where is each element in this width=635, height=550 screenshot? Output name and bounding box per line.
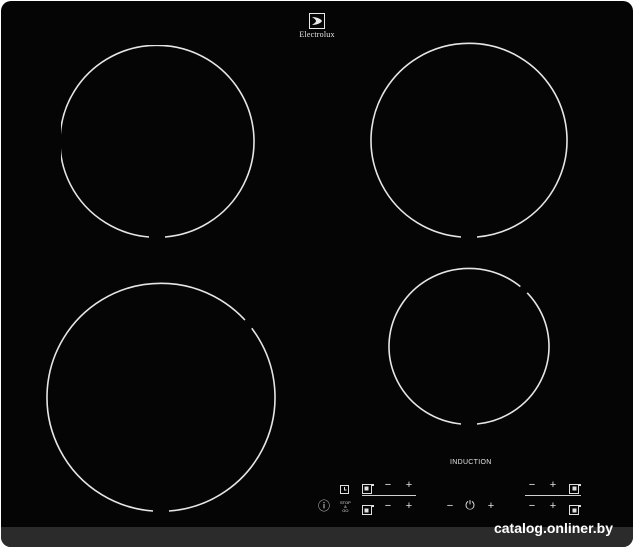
watermark: catalog.onliner.by	[493, 520, 613, 536]
minus-button-right-rear[interactable]: −	[526, 480, 538, 491]
plus-button-main[interactable]: +	[485, 501, 497, 512]
zone-select-button-left-rear[interactable]	[362, 481, 374, 499]
zone-select-icon	[362, 505, 374, 515]
power-button[interactable]: ⏻	[463, 499, 477, 511]
cooking-zone-top-right	[369, 42, 571, 242]
cooking-zone-bottom-right	[387, 266, 553, 428]
minus-button-left-front[interactable]: −	[382, 501, 394, 512]
plus-button-left-front[interactable]: +	[403, 501, 415, 512]
control-divider-right	[525, 495, 581, 496]
zone-select-icon	[362, 484, 374, 494]
cooking-zone-top-left	[61, 45, 263, 241]
plus-button-right-front[interactable]: +	[547, 501, 559, 512]
timer-icon	[340, 485, 349, 494]
stop-go-label: STOP & GO	[340, 500, 351, 513]
minus-button-right-front[interactable]: −	[526, 501, 538, 512]
brand-name: Electrolux	[299, 30, 335, 39]
plus-button-right-rear[interactable]: +	[547, 480, 559, 491]
plus-button-left-rear[interactable]: +	[403, 480, 415, 491]
zone-select-button-right-rear[interactable]	[569, 481, 581, 499]
zone-select-icon	[569, 484, 581, 494]
zone-select-button-left-front[interactable]	[362, 502, 374, 520]
zone-select-icon	[569, 505, 581, 515]
lock-button[interactable]: ⓘ	[317, 500, 331, 512]
induction-label: INDUCTION	[450, 459, 492, 466]
zone-select-button-right-front[interactable]	[569, 502, 581, 520]
brand-logo: Electrolux	[286, 13, 348, 39]
electrolux-logo-icon	[309, 13, 325, 29]
minus-button-left-rear[interactable]: −	[382, 480, 394, 491]
cooktop-surface: Electrolux INDUCTION − + ⓘ STOP & GO − + −…	[1, 1, 633, 547]
cooking-zone-bottom-left	[45, 280, 279, 514]
minus-button-main[interactable]: −	[444, 501, 456, 512]
control-divider-left	[362, 495, 416, 496]
stop-go-button[interactable]: STOP & GO	[340, 501, 351, 513]
timer-button[interactable]	[340, 481, 349, 499]
